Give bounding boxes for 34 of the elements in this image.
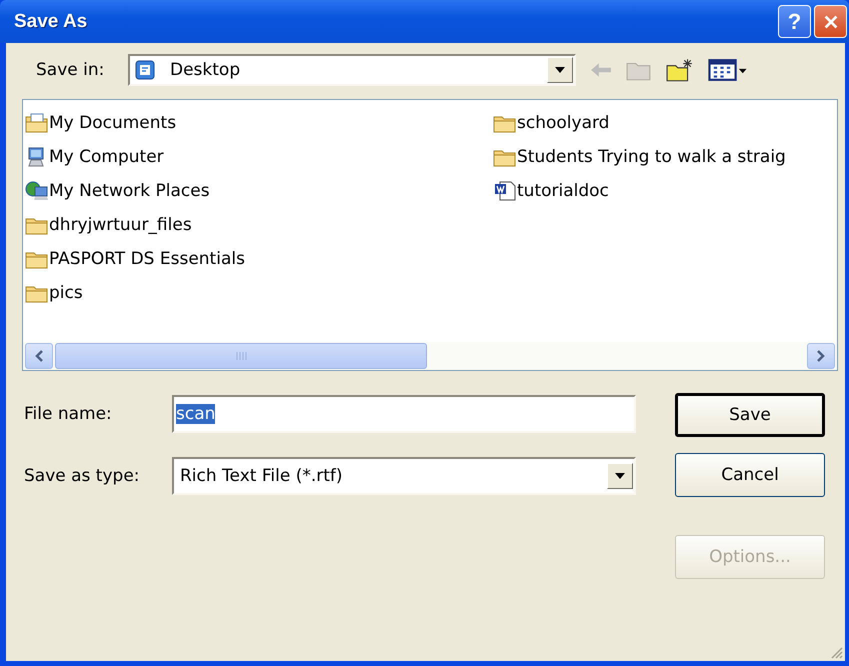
dialog-button[interactable]: Save (675, 393, 825, 437)
window-title: Save As (14, 10, 88, 32)
save-in-label: Save in: (36, 60, 106, 80)
save-as-type-dropdown[interactable]: Rich Text File (*.rtf) (172, 457, 636, 495)
file-item[interactable]: My Documents (23, 106, 491, 140)
resize-grip-icon[interactable] (829, 645, 843, 659)
file-item[interactable]: My Network Places (23, 174, 491, 208)
file-item[interactable]: pics (23, 276, 491, 310)
help-button[interactable]: ? (778, 5, 811, 38)
file-item[interactable]: schoolyard (491, 106, 837, 140)
scrollbar-thumb[interactable] (55, 343, 427, 369)
caret-icon[interactable] (615, 473, 625, 479)
close-button[interactable] (814, 5, 847, 38)
save-in-dropdown[interactable]: Desktop (128, 54, 576, 86)
file-item[interactable]: tutorialdoc (491, 174, 837, 208)
chevron-left-icon[interactable] (35, 350, 43, 362)
new-folder-icon[interactable] (666, 58, 694, 82)
view-menu-icon[interactable] (708, 58, 748, 82)
file-item[interactable]: PASPORT DS Essentials (23, 242, 491, 276)
save-as-type-label: Save as type: (24, 466, 141, 486)
caret-icon[interactable] (555, 67, 565, 73)
file-name-field[interactable]: scan (172, 395, 636, 433)
scroll-left-button[interactable] (25, 343, 53, 369)
file-item[interactable]: dhryjwrtuur_files (23, 208, 491, 242)
chevron-right-icon[interactable] (817, 350, 825, 362)
network-icon (25, 181, 49, 201)
scroll-right-button[interactable] (807, 343, 835, 369)
word-document-icon (493, 181, 517, 201)
dialog-button[interactable]: Cancel (675, 453, 825, 497)
horizontal-scrollbar[interactable] (23, 342, 837, 370)
file-name-label: File name: (24, 404, 113, 424)
file-item[interactable]: My Computer (23, 140, 491, 174)
documents-folder-icon (25, 113, 49, 133)
file-item[interactable]: Students Trying to walk a straig (491, 140, 837, 174)
